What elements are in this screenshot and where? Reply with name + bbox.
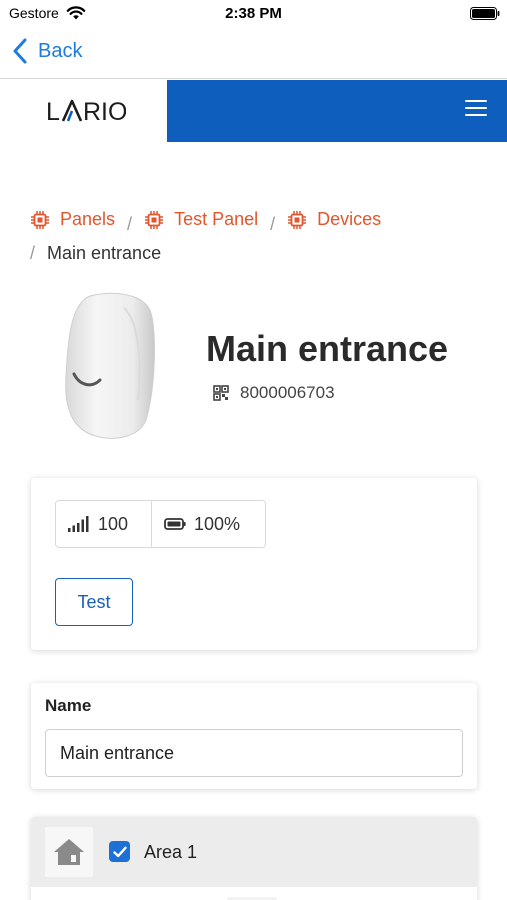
breadcrumb-panels[interactable]: Panels [30, 205, 115, 234]
signal-stat: 100 [56, 501, 152, 547]
breadcrumb-separator: / [270, 213, 276, 234]
name-label: Name [45, 696, 92, 715]
device-title: Main entrance [206, 328, 449, 369]
hamburger-menu-icon[interactable] [465, 100, 487, 118]
lario-logo[interactable]: L RIO [46, 97, 126, 125]
chevron-left-icon [13, 38, 27, 64]
area-checkbox[interactable] [109, 841, 130, 862]
device-status-card: 100 100% Test [31, 478, 477, 650]
header-bar [167, 80, 507, 142]
svg-text:RIO: RIO [83, 98, 126, 125]
back-label: Back [38, 39, 83, 62]
chip-icon [31, 210, 49, 229]
breadcrumb-devices[interactable]: Devices [287, 205, 381, 234]
motion-sensor-image [65, 292, 155, 439]
logo-area: L RIO [0, 80, 167, 142]
serial-number: 8000006703 [240, 383, 335, 402]
device-stats: 100 100% [55, 500, 266, 548]
test-button[interactable]: Test [55, 578, 133, 626]
battery-stat: 100% [152, 501, 265, 547]
site-header: L RIO [0, 80, 507, 142]
chip-icon [145, 210, 164, 229]
chip-icon [288, 210, 307, 229]
battery-icon [164, 518, 186, 530]
breadcrumb-label: Panels [60, 209, 116, 229]
qr-code-icon [213, 385, 229, 401]
areas-card: Area 1 [31, 817, 477, 900]
navigation-bar: Back [0, 28, 507, 79]
battery-icon [470, 7, 500, 20]
name-input[interactable] [45, 729, 463, 777]
breadcrumb-separator: / [127, 213, 133, 234]
device-name-card: Name [31, 683, 477, 789]
breadcrumb-label: Devices [317, 209, 382, 229]
breadcrumb-current: Main entrance [47, 242, 162, 263]
battery-value: 100% [194, 513, 241, 534]
breadcrumb-separator: / [30, 242, 36, 263]
breadcrumb-test-panel[interactable]: Test Panel [144, 205, 258, 234]
breadcrumb-label: Test Panel [174, 209, 259, 229]
area-label: Area 1 [144, 842, 198, 862]
house-icon [54, 839, 84, 865]
status-bar: Gestore 2:38 PM [0, 0, 507, 28]
back-button[interactable]: Back [12, 38, 82, 64]
signal-value: 100 [98, 513, 129, 534]
area-row [31, 887, 477, 900]
device-serial: 8000006703 [213, 383, 335, 403]
checkmark-icon [112, 846, 127, 857]
area-row[interactable]: Area 1 [31, 817, 477, 887]
breadcrumb: Panels / Test Panel / Devices / Main entr… [30, 205, 480, 268]
status-time: 2:38 PM [225, 5, 282, 22]
svg-text:L: L [46, 98, 61, 125]
area-icon-box [45, 827, 93, 877]
signal-bars-icon [68, 516, 89, 532]
